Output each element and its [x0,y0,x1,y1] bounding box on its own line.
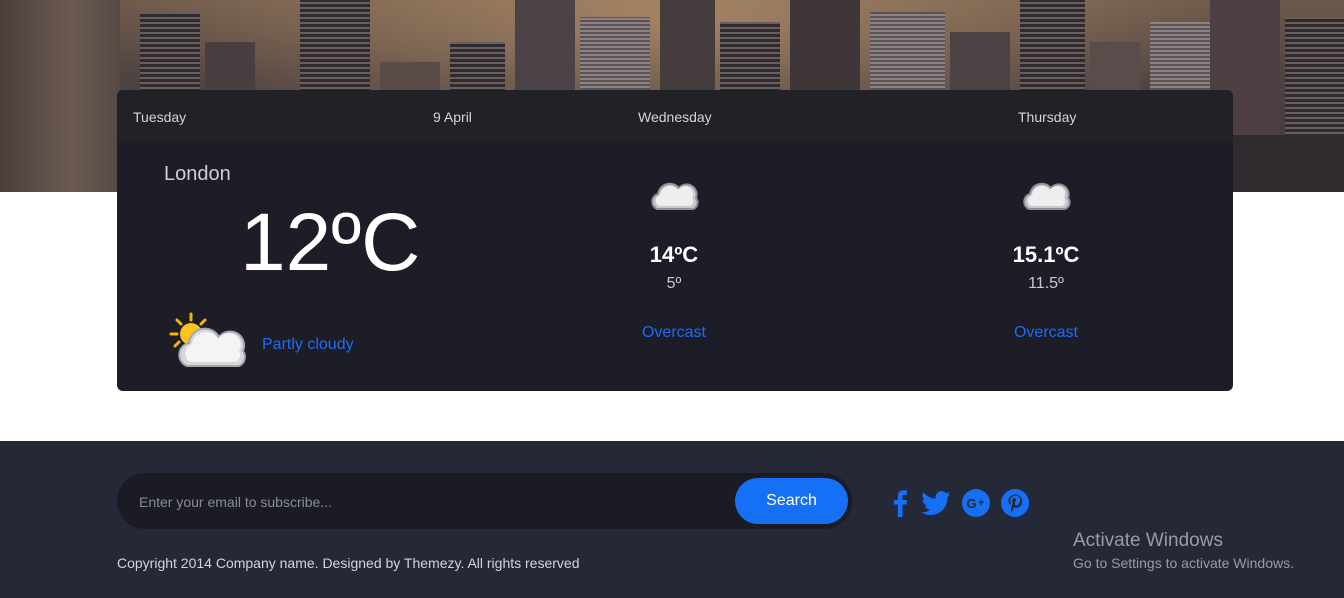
today-day: Tuesday [133,109,187,125]
svg-text:G: G [967,496,977,511]
weather-card: Tuesday 9 April Wednesday Thursday Londo… [117,90,1233,391]
forecast-low-2: 11.5º [1028,275,1064,292]
cloud-icon [649,175,701,213]
copyright-text: Copyright 2014 Company name. Designed by… [117,555,580,571]
facebook-icon[interactable] [888,488,912,518]
bridge-deck [1230,135,1344,192]
today-date: 9 April [433,109,472,125]
footer: Search G + Copyright 2014 Company name. … [0,441,1344,598]
twitter-icon[interactable] [920,488,952,518]
city-name: London [164,163,231,185]
subscribe-form: Search [117,473,852,531]
bridge-tower [0,0,120,192]
forecast-temp-2: 15.1ºC [1012,242,1080,267]
partly-cloudy-icon [169,310,251,370]
forecast-low-1: 5º [666,275,682,292]
svg-text:+: + [978,497,984,509]
forecast-temp-1: 14ºC [649,242,699,267]
google-plus-icon[interactable]: G + [961,488,991,518]
activate-windows-subtitle: Go to Settings to activate Windows. [1073,555,1294,571]
pinterest-icon[interactable] [1000,488,1030,518]
activate-windows-title: Activate Windows [1073,530,1223,551]
forecast-day-2: Thursday [1018,109,1077,125]
cloud-icon [1021,175,1073,213]
forecast-condition-1: Overcast [641,324,706,341]
forecast-condition-2: Overcast [1013,324,1078,341]
email-subscribe-input[interactable] [137,473,721,531]
today-condition: Partly cloudy [262,336,354,353]
current-temperature: 12ºC [240,197,421,288]
forecast-day-1: Wednesday [638,109,712,125]
search-button[interactable]: Search [735,478,848,524]
